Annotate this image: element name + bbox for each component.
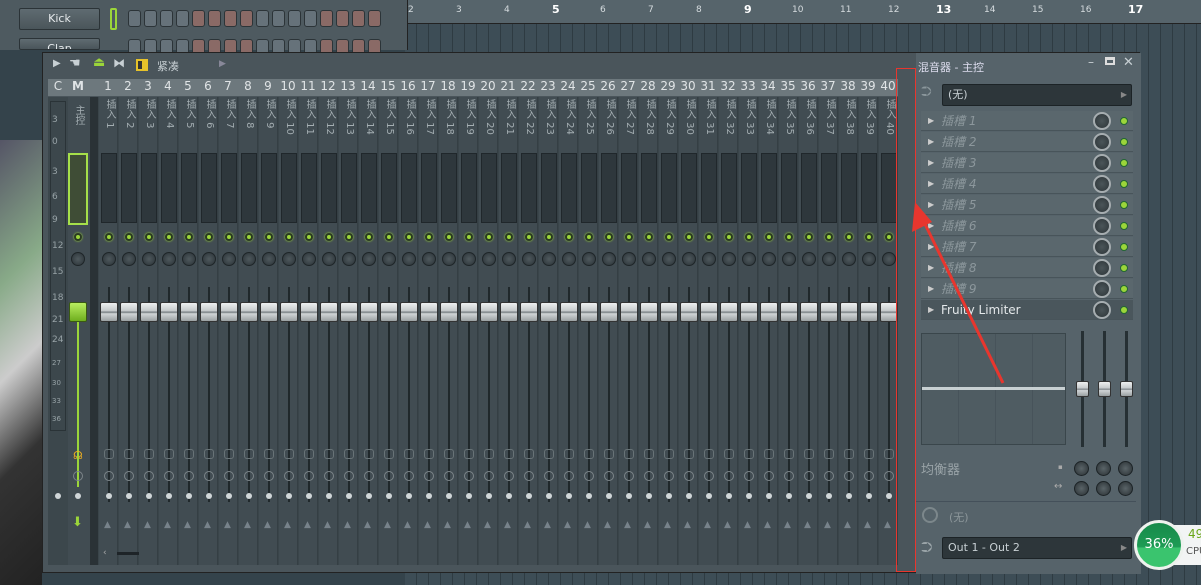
- cpu-side-value: 49: [1188, 527, 1201, 541]
- cpu-usage-badge[interactable]: 36%: [1134, 520, 1184, 570]
- arrow-shaft: [920, 217, 1005, 384]
- arrow-head: [912, 202, 932, 232]
- annotation-arrow: [912, 202, 1005, 384]
- cpu-side-label: CPU: [1186, 546, 1201, 557]
